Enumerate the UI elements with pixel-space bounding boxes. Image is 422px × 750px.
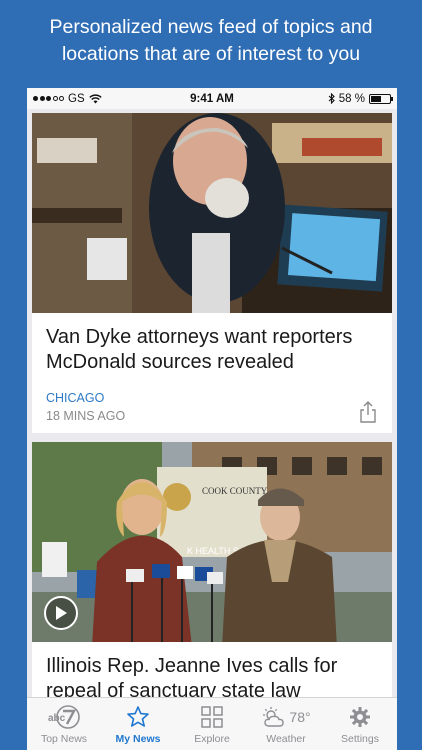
abc7-logo-icon: abc	[48, 705, 80, 729]
tab-top-news[interactable]: abc Top News	[27, 698, 101, 750]
promo-caption: Personalized news feed of topics and loc…	[0, 14, 422, 68]
play-icon	[56, 606, 67, 620]
article-image[interactable]	[32, 113, 392, 313]
news-feed[interactable]: Van Dyke attorneys want reporters McDona…	[27, 109, 397, 697]
weather-temperature: 78°	[289, 709, 311, 725]
battery-percent: 58 %	[338, 92, 365, 105]
article-category[interactable]: CHICAGO	[46, 391, 125, 405]
tab-explore[interactable]: Explore	[175, 698, 249, 750]
tab-weather[interactable]: 78° Weather	[249, 698, 323, 750]
svg-text:abc: abc	[48, 713, 66, 724]
tab-bar: abc Top News My News Explore 78° Weather…	[27, 697, 397, 750]
signal-strength-icon	[33, 96, 64, 101]
gear-icon	[350, 707, 370, 727]
share-icon[interactable]	[358, 401, 378, 423]
tab-label: Explore	[194, 733, 230, 745]
article-image[interactable]: COOK COUNTY K HEALTH S	[32, 442, 392, 642]
star-icon	[127, 706, 149, 727]
tab-settings[interactable]: Settings	[323, 698, 397, 750]
article-timestamp: 18 MINS AGO	[46, 409, 126, 423]
play-video-button[interactable]	[44, 596, 78, 630]
phone-screen: GS 9:41 AM 58 % Van Dyke attorneys want …	[27, 88, 397, 750]
tab-label: My News	[115, 733, 161, 745]
bluetooth-icon	[328, 93, 335, 104]
tab-label: Top News	[40, 733, 88, 745]
tab-label: Weather	[266, 733, 306, 745]
tab-label: Settings	[341, 733, 379, 745]
article-headline[interactable]: Van Dyke attorneys want reporters McDona…	[46, 325, 378, 375]
sign-text-county: COOK COUNTY	[202, 486, 268, 496]
article-card[interactable]: COOK COUNTY K HEALTH S Illinois Rep. Jea…	[32, 442, 392, 697]
article-headline[interactable]: Illinois Rep. Jeanne Ives calls for repe…	[46, 654, 378, 697]
article-card[interactable]: Van Dyke attorneys want reporters McDona…	[32, 113, 392, 433]
battery-icon	[369, 93, 393, 104]
promo-line-2: locations that are of interest to you	[61, 43, 361, 65]
status-bar: GS 9:41 AM 58 %	[27, 88, 397, 109]
grid-icon	[201, 706, 223, 728]
promo-line-1: Personalized news feed of topics and	[49, 16, 373, 38]
carrier-name: GS	[68, 92, 85, 105]
tab-my-news[interactable]: My News	[101, 698, 175, 750]
wifi-icon	[88, 93, 102, 103]
sun-cloud-icon	[263, 707, 285, 727]
